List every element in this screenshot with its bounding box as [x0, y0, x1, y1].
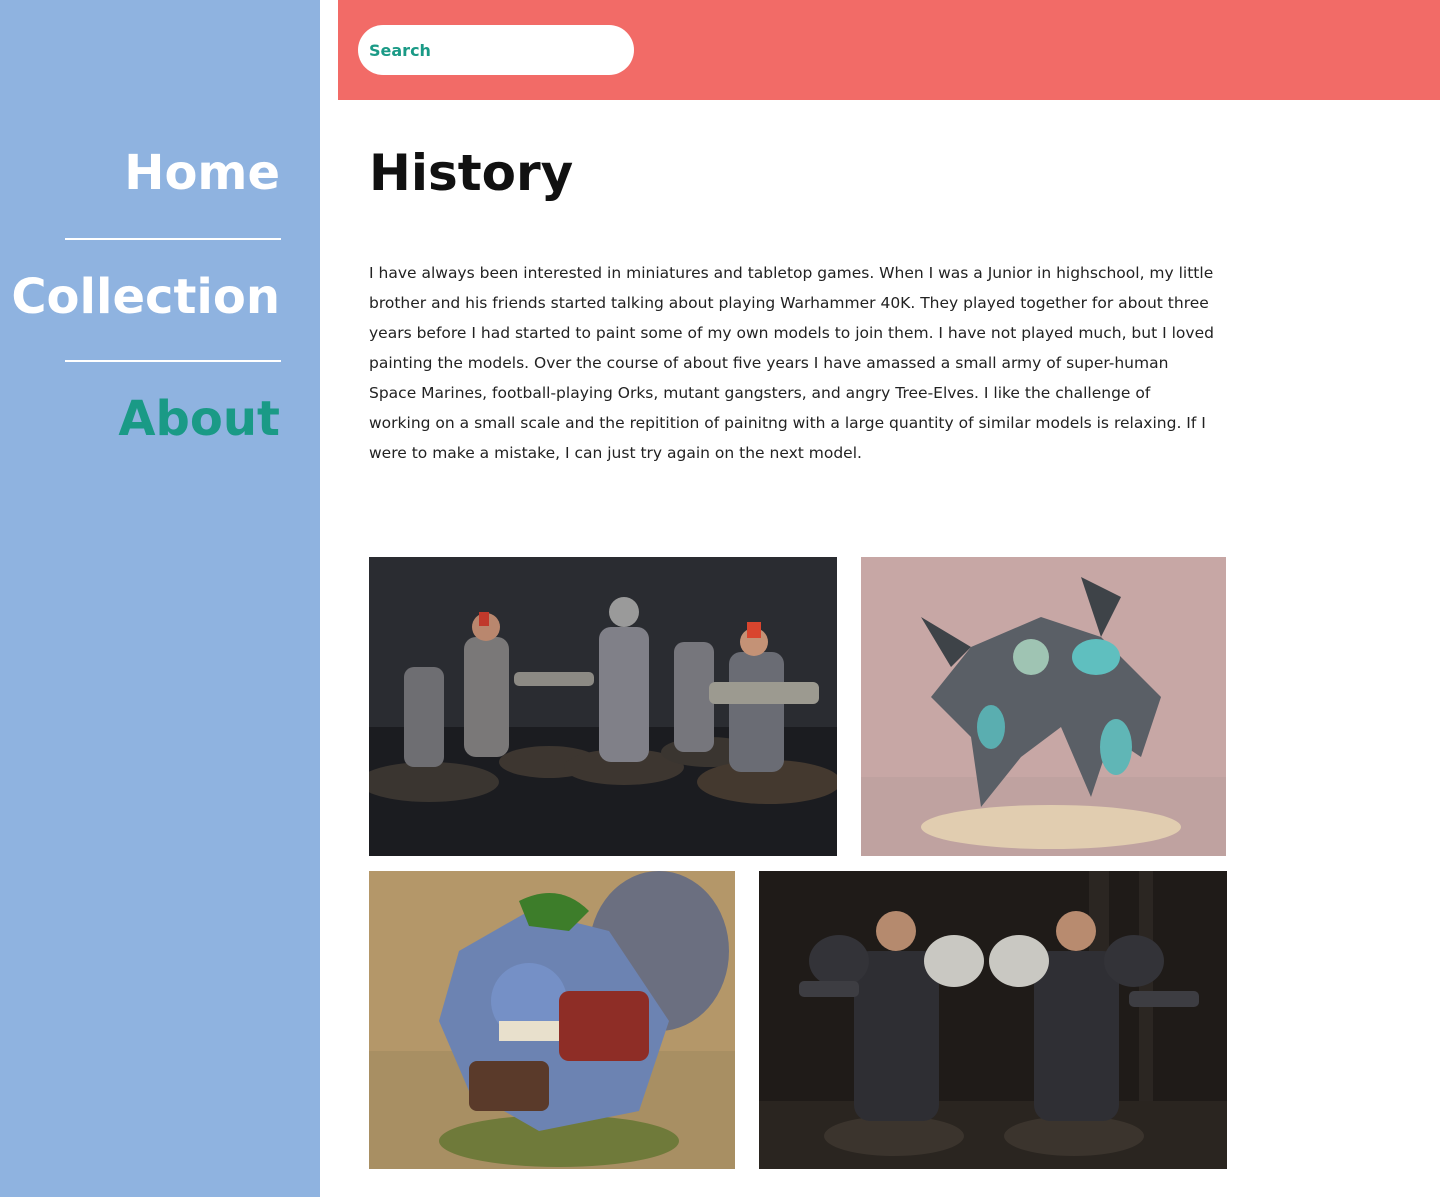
- nav-item-home[interactable]: Home: [124, 143, 280, 203]
- header-bar: [338, 0, 1440, 100]
- photo-gang-miniatures: [369, 557, 837, 856]
- nav-item-about[interactable]: About: [118, 389, 280, 449]
- photo-tree-creature: [861, 557, 1226, 856]
- history-paragraph: I have always been interested in miniatu…: [369, 264, 1214, 462]
- photo-space-marines: [759, 871, 1227, 1169]
- search-input[interactable]: [369, 25, 624, 75]
- page-title: History: [369, 144, 574, 202]
- photo-ork-player: [369, 871, 735, 1169]
- search-box[interactable]: [358, 25, 634, 75]
- nav-divider: [65, 360, 281, 362]
- sidebar-nav: Home Collection About: [0, 0, 320, 1197]
- nav-divider: [65, 238, 281, 240]
- nav-item-collection[interactable]: Collection: [11, 267, 280, 327]
